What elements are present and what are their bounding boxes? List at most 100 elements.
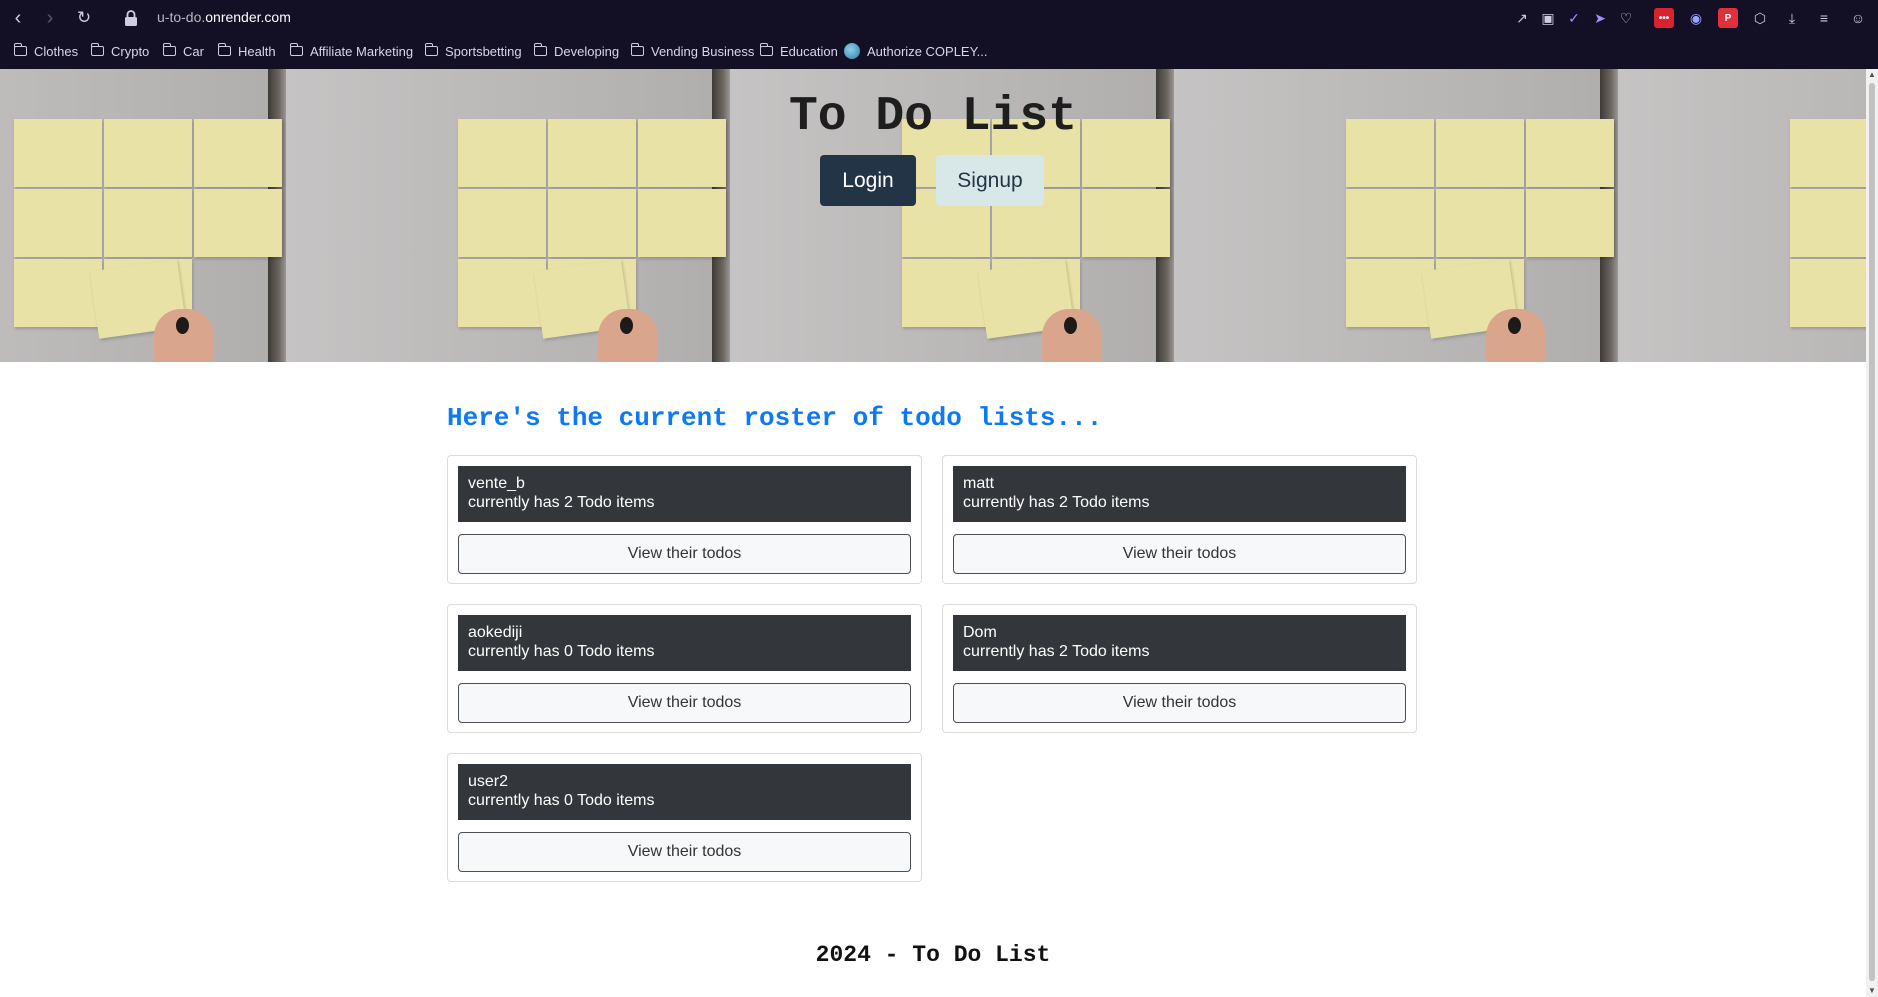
- shield-icon[interactable]: ✓: [1564, 8, 1584, 28]
- bookmark-affiliate-marketing[interactable]: Affiliate Marketing: [289, 42, 414, 60]
- sticky-note: [1526, 189, 1614, 257]
- bookmark-car[interactable]: Car: [162, 42, 204, 60]
- signup-button[interactable]: Signup: [936, 155, 1044, 206]
- todo-count: currently has 0 Todo items: [468, 643, 655, 660]
- user-card-header: matt currently has 2 Todo items: [953, 466, 1406, 522]
- hand-image: [1486, 309, 1546, 362]
- bookmark-label: Sportsbetting: [445, 43, 522, 59]
- download-icon[interactable]: ⤓: [1782, 8, 1802, 28]
- bookmark-crypto[interactable]: Crypto: [90, 42, 150, 60]
- view-todos-button[interactable]: View their todos: [458, 683, 911, 723]
- bookmark-label: Clothes: [34, 43, 79, 59]
- sticky-note: [548, 189, 636, 257]
- pocket-icon[interactable]: P: [1718, 8, 1738, 28]
- browser-toolbar: ‹ › ↻ u-to-do.onrender.com ↗ ▣ ✓ ➤ ♡ •••…: [0, 0, 1878, 36]
- cube-icon[interactable]: ⬡: [1750, 8, 1770, 28]
- sticky-note: [902, 259, 990, 327]
- sticky-note: [194, 189, 282, 257]
- menu-icon[interactable]: ≡: [1814, 8, 1834, 28]
- bookmark-developing[interactable]: Developing: [533, 42, 620, 60]
- view-todos-button[interactable]: View their todos: [953, 534, 1406, 574]
- page-title: To Do List: [788, 90, 1078, 144]
- share-icon[interactable]: ↗: [1512, 8, 1532, 28]
- send-icon[interactable]: ➤: [1590, 8, 1610, 28]
- lastpass-icon[interactable]: •••: [1654, 8, 1674, 28]
- reload-icon[interactable]: ↻: [72, 6, 96, 30]
- url-prefix: u-to-do.: [157, 9, 206, 25]
- todo-count: currently has 0 Todo items: [468, 792, 655, 809]
- lock-icon[interactable]: [124, 10, 138, 26]
- sticky-note: [1790, 259, 1866, 327]
- bookmark-label: Authorize COPLEY...: [867, 43, 988, 59]
- user-name: Dom: [963, 624, 997, 641]
- sticky-note: [1790, 189, 1866, 257]
- user-card: aokediji currently has 0 Todo items View…: [447, 604, 922, 733]
- roster-heading: Here's the current roster of todo lists.…: [447, 403, 1103, 433]
- heart-icon[interactable]: ♡: [1616, 8, 1636, 28]
- login-button[interactable]: Login: [820, 155, 916, 206]
- todo-count: currently has 2 Todo items: [468, 494, 655, 511]
- sticky-note: [1346, 189, 1434, 257]
- profile-icon[interactable]: ☺: [1848, 8, 1868, 28]
- folder-icon: [217, 43, 231, 56]
- forward-arrow-icon[interactable]: ›: [38, 6, 62, 30]
- scroll-up-arrow-icon[interactable]: ▲: [1866, 69, 1878, 81]
- globe-icon: [844, 43, 860, 59]
- bookmark-label: Affiliate Marketing: [310, 43, 414, 59]
- folder-icon: [289, 43, 303, 56]
- sticky-note: [14, 259, 102, 327]
- view-todos-button[interactable]: View their todos: [458, 832, 911, 872]
- bookmark-clothes[interactable]: Clothes: [13, 42, 79, 60]
- gamepad-icon[interactable]: ◉: [1686, 8, 1706, 28]
- bookmark-label: Developing: [554, 43, 620, 59]
- view-todos-button[interactable]: View their todos: [953, 683, 1406, 723]
- user-card: matt currently has 2 Todo items View the…: [942, 455, 1417, 584]
- bookmark-label: Car: [183, 43, 204, 59]
- folder-icon: [533, 43, 547, 56]
- sticky-note: [458, 259, 546, 327]
- bookmark-vending-business[interactable]: Vending Business: [630, 42, 755, 60]
- folder-icon: [424, 43, 438, 56]
- sticky-note: [458, 189, 546, 257]
- camera-icon[interactable]: ▣: [1538, 8, 1558, 28]
- bookmark-label: Health: [238, 43, 276, 59]
- sticky-note: [14, 189, 102, 257]
- sticky-note: [1082, 189, 1170, 257]
- bookmark-health[interactable]: Health: [217, 42, 276, 60]
- bookmark-authorize-copley[interactable]: Authorize COPLEY...: [844, 42, 987, 60]
- user-card-header: aokediji currently has 0 Todo items: [458, 615, 911, 671]
- hero-banner: To Do List Login Signup: [0, 69, 1866, 362]
- scroll-down-arrow-icon[interactable]: ▼: [1866, 985, 1878, 997]
- bookmark-sportsbetting[interactable]: Sportsbetting: [424, 42, 522, 60]
- back-arrow-icon[interactable]: ‹: [6, 6, 30, 30]
- hand-image: [1042, 309, 1102, 362]
- user-card-header: Dom currently has 2 Todo items: [953, 615, 1406, 671]
- user-card-header: user2 currently has 0 Todo items: [458, 764, 911, 820]
- sticky-note: [104, 189, 192, 257]
- hand-image: [154, 309, 214, 362]
- folder-icon: [630, 43, 644, 56]
- bookmarks-bar: Clothes Crypto Car Health Affiliate Mark…: [0, 37, 1878, 65]
- page-footer: 2024 - To Do List: [815, 942, 1051, 968]
- address-bar[interactable]: u-to-do.onrender.com: [157, 9, 291, 25]
- sticky-note: [638, 189, 726, 257]
- vertical-scrollbar[interactable]: ▲ ▼: [1866, 69, 1878, 997]
- bookmark-label: Crypto: [111, 43, 150, 59]
- user-name: aokediji: [468, 624, 523, 641]
- url-domain: onrender.com: [205, 9, 291, 25]
- folder-icon: [90, 43, 104, 56]
- folder-icon: [13, 43, 27, 56]
- user-card-header: vente_b currently has 2 Todo items: [458, 466, 911, 522]
- bookmark-education[interactable]: Education: [759, 42, 838, 60]
- sticky-note: [1436, 189, 1524, 257]
- user-name: vente_b: [468, 475, 525, 492]
- hand-image: [598, 309, 658, 362]
- user-card: Dom currently has 2 Todo items View thei…: [942, 604, 1417, 733]
- view-todos-button[interactable]: View their todos: [458, 534, 911, 574]
- user-name: user2: [468, 773, 509, 790]
- user-name: matt: [963, 475, 995, 492]
- bookmark-label: Vending Business: [651, 43, 755, 59]
- todo-count: currently has 2 Todo items: [963, 494, 1150, 511]
- folder-icon: [759, 43, 773, 56]
- scrollbar-thumb[interactable]: [1869, 83, 1875, 981]
